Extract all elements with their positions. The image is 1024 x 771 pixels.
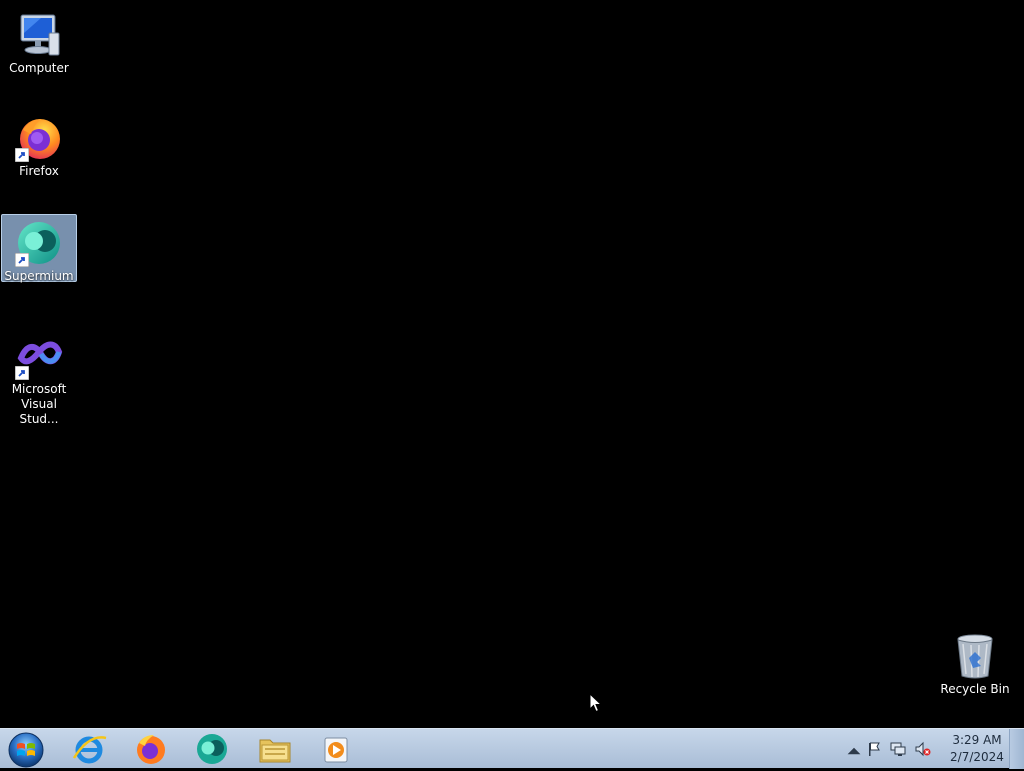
network-icon[interactable] [890, 741, 906, 757]
desktop-icon-visual-studio[interactable]: Microsoft Visual Stud... [1, 328, 77, 427]
desktop-icon-recycle-bin[interactable]: Recycle Bin [937, 628, 1013, 697]
start-button[interactable] [4, 730, 48, 768]
notification-area: 3:29 AM 2/7/2024 [840, 729, 1024, 769]
desktop-icon-label: Recycle Bin [940, 682, 1010, 696]
clock-time: 3:29 AM [952, 733, 1002, 747]
taskbar-media-player-button[interactable] [309, 730, 363, 768]
shortcut-arrow-icon [15, 366, 29, 380]
computer-icon [15, 11, 63, 59]
file-explorer-icon [259, 739, 291, 763]
shortcut-arrow-icon [15, 253, 29, 267]
media-player-icon [324, 737, 348, 763]
desktop-icon-label: Supermium [4, 269, 74, 283]
supermium-icon [15, 219, 63, 267]
visual-studio-icon [15, 332, 63, 380]
show-hidden-icons-arrow-icon[interactable] [846, 743, 862, 759]
desktop[interactable]: Computer Firefox Supermium Microsoft Vis… [0, 0, 1024, 728]
taskbar: 3:29 AM 2/7/2024 [0, 728, 1024, 769]
supermium-icon [197, 734, 227, 764]
shortcut-arrow-icon [15, 148, 29, 162]
taskbar-internet-explorer-button[interactable] [62, 730, 116, 768]
desktop-icon-label: Computer [9, 61, 69, 75]
firefox-icon [137, 735, 165, 764]
desktop-icon-firefox[interactable]: Firefox [1, 110, 77, 179]
mouse-cursor-icon [589, 693, 603, 713]
action-center-flag-icon[interactable] [866, 741, 882, 757]
volume-muted-icon[interactable] [915, 741, 931, 757]
clock-date: 2/7/2024 [950, 750, 1004, 764]
desktop-icon-supermium[interactable]: Supermium [1, 214, 77, 283]
taskbar-supermium-button[interactable] [185, 730, 239, 768]
recycle-bin-icon [951, 632, 999, 680]
desktop-icon-computer[interactable]: Computer [1, 7, 77, 76]
clock[interactable]: 3:29 AM 2/7/2024 [942, 732, 1012, 766]
show-desktop-button[interactable] [1009, 729, 1024, 769]
desktop-icon-label: Firefox [19, 164, 59, 178]
internet-explorer-icon [72, 736, 107, 764]
desktop-icon-label: Microsoft Visual Stud... [11, 382, 67, 426]
firefox-icon [15, 114, 63, 162]
windows-start-icon [8, 732, 44, 768]
taskbar-firefox-button[interactable] [124, 730, 178, 768]
taskbar-file-explorer-button[interactable] [248, 730, 302, 768]
